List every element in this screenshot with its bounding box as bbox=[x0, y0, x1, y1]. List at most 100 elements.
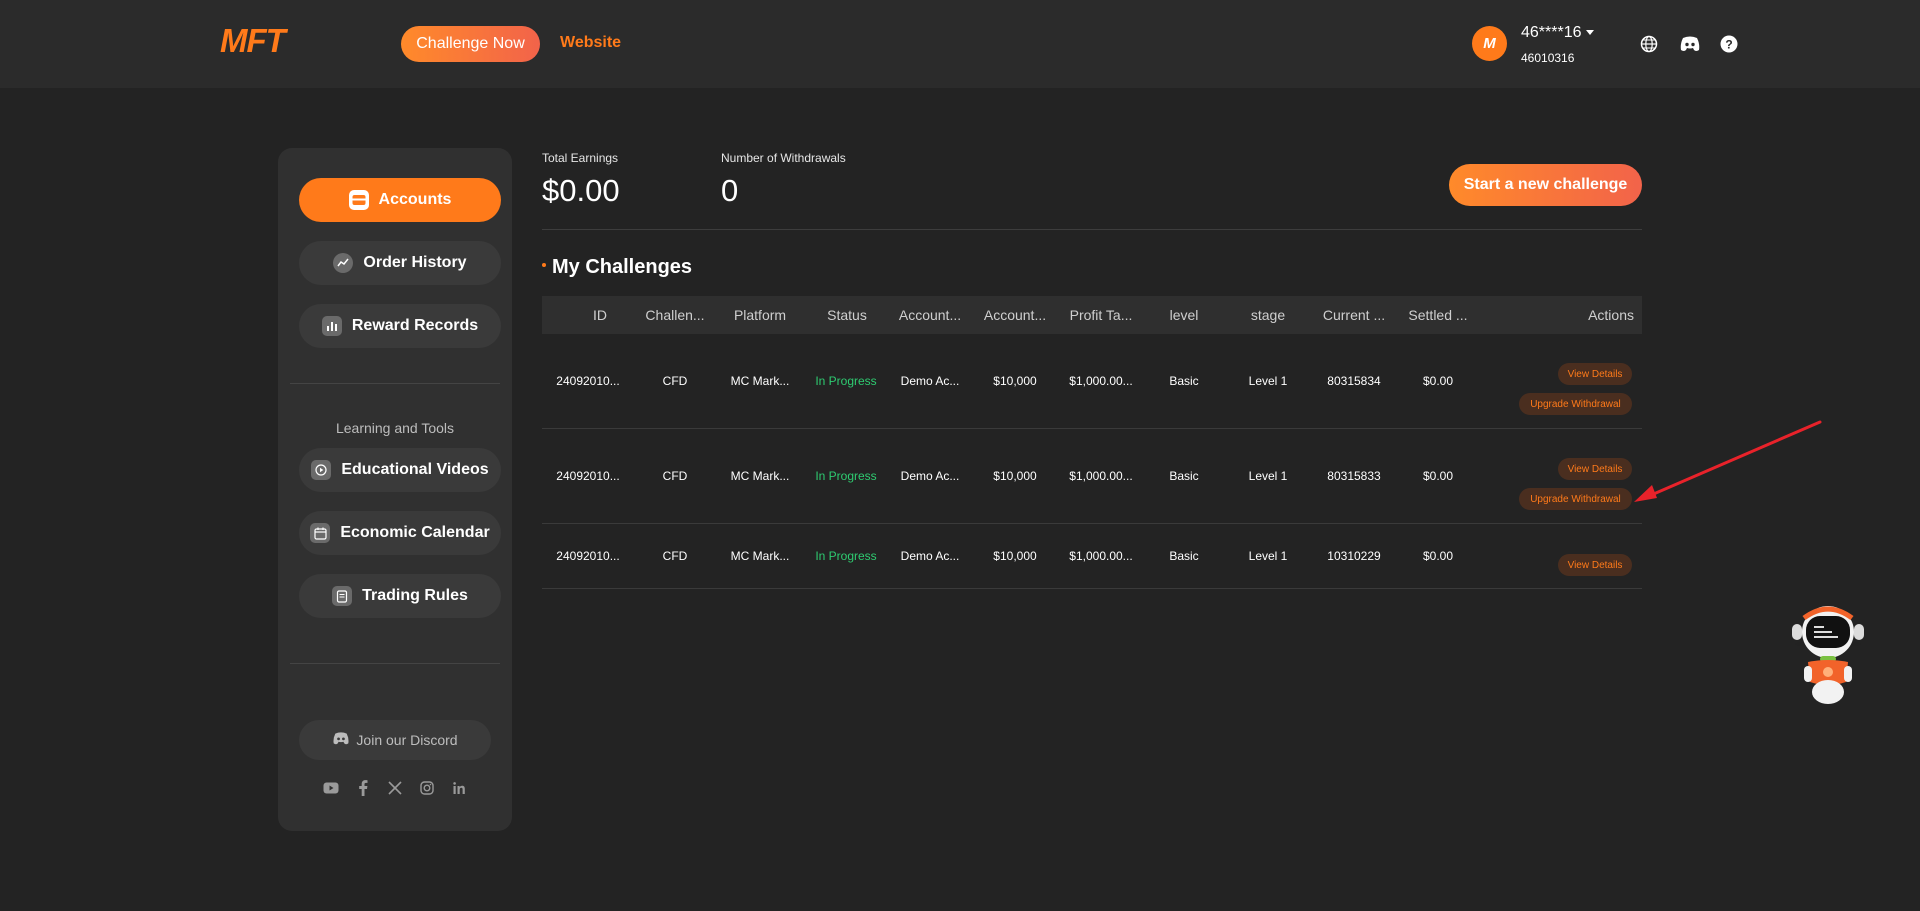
cell-stage: Level 1 bbox=[1248, 549, 1288, 563]
wallet-icon bbox=[348, 190, 369, 210]
cell-platform: MC Mark... bbox=[730, 549, 790, 563]
document-icon bbox=[332, 586, 353, 606]
sidebar-item-label: Educational Videos bbox=[341, 461, 489, 478]
youtube-icon[interactable] bbox=[322, 779, 340, 797]
linkedin-icon[interactable] bbox=[450, 779, 468, 797]
cell-platform: MC Mark... bbox=[730, 469, 790, 483]
sidebar-item-educational-videos[interactable]: Educational Videos bbox=[299, 448, 501, 492]
sidebar-item-label: Reward Records bbox=[351, 317, 479, 334]
table-row: 24092010... CFD MC Mark... In Progress D… bbox=[542, 334, 1642, 429]
cell-account-size: $10,000 bbox=[993, 374, 1037, 388]
bar-chart-icon bbox=[321, 316, 342, 336]
content-divider bbox=[542, 229, 1642, 230]
cell-account-size: $10,000 bbox=[993, 549, 1037, 563]
cell-stage: Level 1 bbox=[1248, 374, 1288, 388]
column-header: Platform bbox=[733, 307, 787, 323]
sidebar: Accounts Order History Reward Records Le… bbox=[278, 148, 512, 831]
join-discord-label: Join our Discord bbox=[356, 732, 458, 748]
cell-id: 24092010... bbox=[556, 549, 620, 563]
cell-stage: Level 1 bbox=[1248, 469, 1288, 483]
user-name: 46****16 bbox=[1521, 24, 1582, 41]
sidebar-item-label: Order History bbox=[363, 254, 467, 271]
top-header: MFT Challenge Now Website M 46****16 460… bbox=[0, 0, 1920, 88]
svg-text:?: ? bbox=[1725, 38, 1732, 52]
cell-account-size: $10,000 bbox=[993, 469, 1037, 483]
column-header: Account... bbox=[898, 307, 962, 323]
chat-assistant-robot-icon[interactable] bbox=[1790, 604, 1866, 706]
view-details-button[interactable]: View Details bbox=[1558, 363, 1632, 385]
cell-id: 24092010... bbox=[556, 469, 620, 483]
challenge-now-button[interactable]: Challenge Now bbox=[401, 26, 540, 62]
cell-challenge: CFD bbox=[662, 469, 688, 483]
column-header: Current ... bbox=[1322, 307, 1386, 323]
avatar[interactable]: M bbox=[1472, 26, 1507, 61]
status-badge: In Progress bbox=[815, 469, 877, 483]
cell-profit-target: $1,000.00... bbox=[1069, 469, 1133, 483]
website-link[interactable]: Website bbox=[560, 34, 621, 52]
sidebar-item-accounts[interactable]: Accounts bbox=[299, 178, 501, 222]
sidebar-item-label: Economic Calendar bbox=[340, 524, 490, 541]
withdrawals-value: 0 bbox=[721, 173, 739, 208]
column-header: Status bbox=[827, 307, 867, 323]
table-row: 24092010... CFD MC Mark... In Progress D… bbox=[542, 524, 1642, 589]
play-icon bbox=[311, 460, 332, 480]
view-details-button[interactable]: View Details bbox=[1558, 554, 1632, 576]
column-header: ID bbox=[593, 307, 607, 323]
cell-settled: $0.00 bbox=[1422, 374, 1454, 388]
withdrawals-label: Number of Withdrawals bbox=[721, 151, 846, 165]
discord-icon[interactable] bbox=[1679, 33, 1701, 55]
cell-profit-target: $1,000.00... bbox=[1069, 549, 1133, 563]
cell-current-account: 80315834 bbox=[1327, 374, 1381, 388]
cell-platform: MC Mark... bbox=[730, 374, 790, 388]
status-badge: In Progress bbox=[815, 549, 877, 563]
start-new-challenge-button[interactable]: Start a new challenge bbox=[1449, 164, 1642, 206]
cell-account-type: Demo Ac... bbox=[900, 549, 960, 563]
view-details-button[interactable]: View Details bbox=[1558, 458, 1632, 480]
cell-settled: $0.00 bbox=[1422, 549, 1454, 563]
cell-level: Basic bbox=[1169, 549, 1199, 563]
table-header: ID Challen... Platform Status Account...… bbox=[542, 296, 1642, 334]
cell-id: 24092010... bbox=[556, 374, 620, 388]
help-icon[interactable]: ? bbox=[1718, 33, 1740, 55]
cell-level: Basic bbox=[1169, 374, 1199, 388]
column-header: Actions bbox=[1588, 307, 1634, 323]
sidebar-item-label: Trading Rules bbox=[362, 587, 468, 604]
table-row: 24092010... CFD MC Mark... In Progress D… bbox=[542, 429, 1642, 524]
total-earnings-value: $0.00 bbox=[542, 173, 620, 208]
section-label: Learning and Tools bbox=[335, 420, 455, 436]
my-challenges-label: My Challenges bbox=[552, 256, 693, 278]
cell-account-type: Demo Ac... bbox=[900, 374, 960, 388]
discord-icon bbox=[332, 732, 350, 748]
sidebar-item-economic-calendar[interactable]: Economic Calendar bbox=[299, 511, 501, 555]
facebook-icon[interactable] bbox=[354, 779, 372, 797]
total-earnings-label: Total Earnings bbox=[542, 151, 619, 165]
column-header: Challen... bbox=[645, 307, 705, 323]
annotation-arrow-icon bbox=[1634, 420, 1822, 502]
sidebar-item-trading-rules[interactable]: Trading Rules bbox=[299, 574, 501, 618]
chart-icon bbox=[333, 253, 354, 273]
cell-settled: $0.00 bbox=[1422, 469, 1454, 483]
x-icon[interactable] bbox=[386, 779, 404, 797]
upgrade-withdrawal-button[interactable]: Upgrade Withdrawal bbox=[1519, 393, 1632, 415]
status-badge: In Progress bbox=[815, 374, 877, 388]
join-discord-button[interactable]: Join our Discord bbox=[299, 720, 491, 760]
sidebar-divider bbox=[290, 383, 500, 384]
cell-challenge: CFD bbox=[662, 374, 688, 388]
user-menu[interactable]: 46****16 bbox=[1521, 24, 1594, 42]
sidebar-item-order-history[interactable]: Order History bbox=[299, 241, 501, 285]
sidebar-item-reward-records[interactable]: Reward Records bbox=[299, 304, 501, 348]
cell-account-type: Demo Ac... bbox=[900, 469, 960, 483]
cell-challenge: CFD bbox=[662, 549, 688, 563]
sidebar-divider bbox=[290, 663, 500, 664]
my-challenges-title: My Challenges bbox=[542, 256, 692, 279]
column-header: Profit Ta... bbox=[1069, 307, 1133, 323]
cell-profit-target: $1,000.00... bbox=[1069, 374, 1133, 388]
instagram-icon[interactable] bbox=[418, 779, 436, 797]
cell-current-account: 80315833 bbox=[1327, 469, 1381, 483]
chevron-down-icon bbox=[1585, 30, 1594, 36]
sidebar-item-label: Accounts bbox=[378, 191, 452, 208]
mft-logo[interactable]: MFT bbox=[220, 22, 286, 60]
globe-icon[interactable] bbox=[1638, 33, 1660, 55]
upgrade-withdrawal-button[interactable]: Upgrade Withdrawal bbox=[1519, 488, 1632, 510]
column-header: Settled ... bbox=[1408, 307, 1468, 323]
